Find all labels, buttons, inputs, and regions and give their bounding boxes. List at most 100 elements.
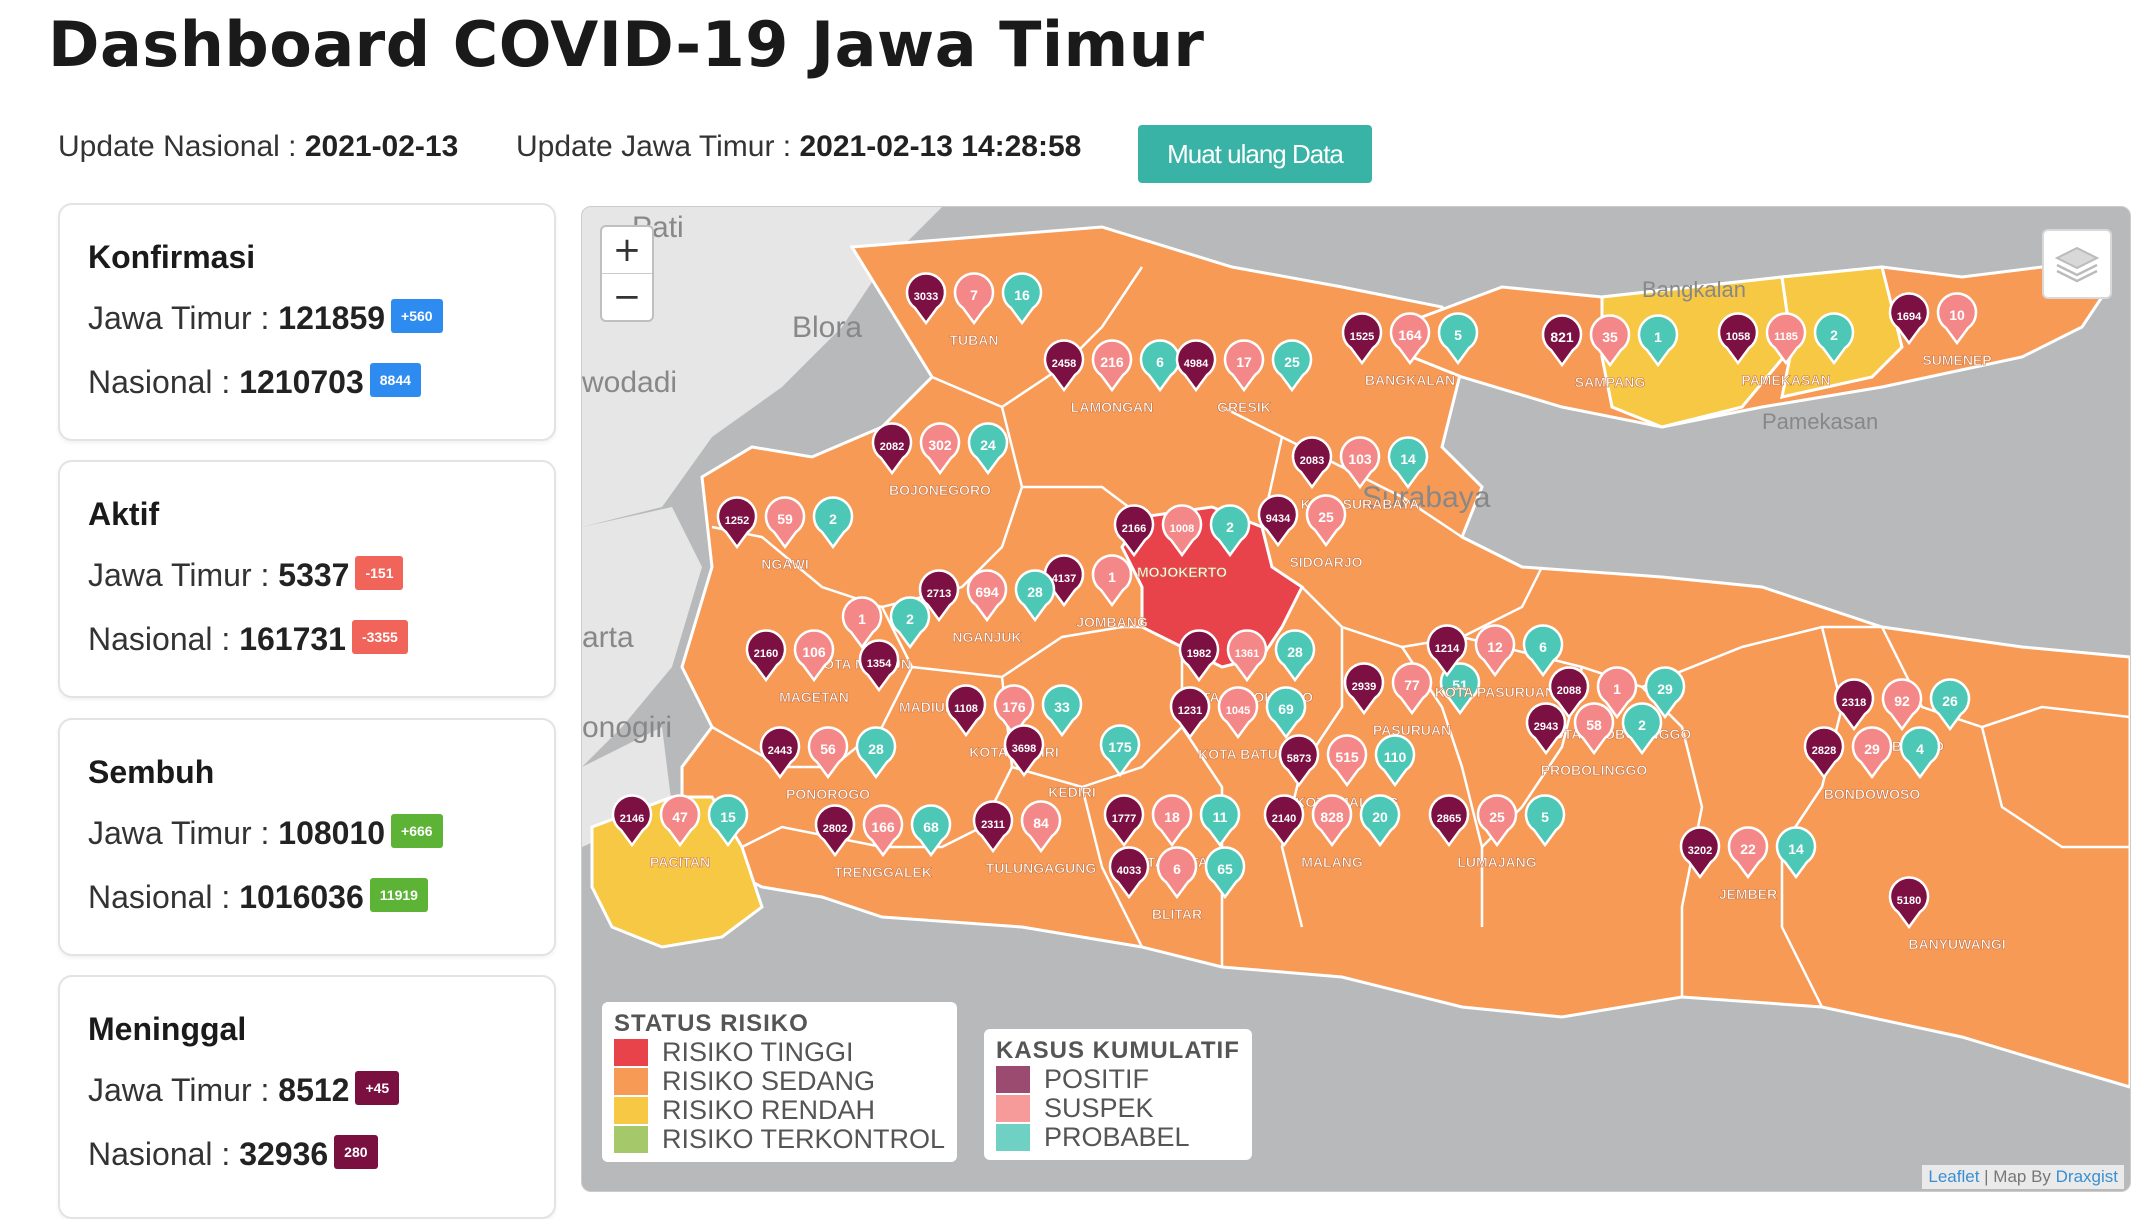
map-attribution: Leaflet | Map By Draxgist [1922, 1165, 2124, 1189]
delta-badge: 280 [334, 1135, 378, 1169]
marker-value: 5 [1454, 327, 1462, 343]
legend-item: RISIKO TERKONTROL [614, 1125, 945, 1154]
marker-value: 6 [1156, 354, 1164, 370]
row-label: Nasional : [88, 879, 231, 915]
delta-badge: 11919 [369, 878, 428, 912]
marker-value: 106 [802, 644, 826, 660]
card-nasional-row: Nasional : 32936 280 [88, 1135, 378, 1173]
region-label: TRENGGALEK [834, 864, 932, 880]
marker-value: 5180 [1897, 895, 1921, 907]
region-label: TUBAN [950, 332, 999, 348]
region-label: SUMENEP [1922, 352, 1991, 368]
delta-badge: -151 [355, 556, 404, 590]
marker-value: 176 [1002, 699, 1026, 715]
marker-value: 2140 [1272, 813, 1296, 825]
row-value: 32936 [239, 1136, 329, 1172]
legend-swatch [614, 1068, 648, 1095]
marker-value: 2943 [1534, 721, 1558, 733]
legend-title: STATUS RISIKO [614, 1010, 809, 1037]
marker-value: 58 [1586, 717, 1602, 733]
card-konfirmasi: Konfirmasi Jawa Timur : 121859 +560 Nasio… [58, 203, 556, 441]
base-label-blora: Blora [792, 311, 862, 344]
region-label: BOJONEGORO [889, 482, 991, 498]
zoom-in-button[interactable]: + [602, 227, 652, 274]
marker-value: 25 [1284, 354, 1300, 370]
region-label: BANGKALAN [1365, 372, 1455, 388]
marker-value: 4 [1916, 741, 1924, 757]
marker-value: 77 [1404, 677, 1420, 693]
marker-value: 1058 [1726, 331, 1750, 343]
page-title: Dashboard COVID-19 Jawa Timur [48, 8, 1205, 81]
marker-value: 24 [980, 437, 996, 453]
legend-item: PROBABEL [996, 1123, 1240, 1152]
legend-swatch [614, 1126, 648, 1153]
marker-value: 5873 [1287, 753, 1311, 765]
marker-value: 1361 [1235, 648, 1259, 660]
marker-value: 2088 [1557, 685, 1581, 697]
marker-value: 1525 [1350, 331, 1374, 343]
marker-value: 12 [1487, 639, 1503, 655]
card-jatim-row: Jawa Timur : 108010 +666 [88, 814, 443, 852]
update-jatim-label: Update Jawa Timur : [516, 130, 792, 163]
row-label: Nasional : [88, 364, 231, 400]
region-label: TULUNGAGUNG [986, 860, 1097, 876]
row-label: Nasional : [88, 621, 231, 657]
legend-swatch [614, 1039, 648, 1066]
marker-value: 26 [1942, 693, 1958, 709]
marker-value: 515 [1335, 749, 1359, 765]
marker-value: 1045 [1226, 705, 1250, 717]
region-label: PASURUAN [1373, 722, 1451, 738]
marker-value: 25 [1318, 509, 1334, 525]
marker-value: 3202 [1688, 845, 1712, 857]
author-link[interactable]: Draxgist [2056, 1167, 2118, 1186]
card-title: Konfirmasi [88, 239, 256, 275]
region-label: JOMBANG [1076, 614, 1148, 630]
base-label-wonogiri: onogiri [582, 711, 672, 744]
marker-value: 2083 [1300, 455, 1324, 467]
marker-value: 16 [1014, 287, 1030, 303]
region-label: PACITAN [650, 854, 710, 870]
marker-value: 1 [1654, 329, 1662, 345]
legend-item: SUSPEK [996, 1094, 1240, 1123]
marker-value: 59 [777, 511, 793, 527]
layers-button[interactable] [2042, 229, 2112, 299]
region-label: BONDOWOSO [1824, 786, 1921, 802]
marker-value: 1 [1613, 681, 1621, 697]
marker-value: 2311 [981, 819, 1005, 831]
marker-value: 2 [829, 511, 837, 527]
marker-value: 4137 [1052, 573, 1076, 585]
row-label: Jawa Timur : [88, 300, 270, 336]
marker-value: 1 [858, 611, 866, 627]
reload-data-button[interactable]: Muat ulang Data [1138, 125, 1372, 183]
marker-value: 2 [1226, 519, 1234, 535]
row-value: 1210703 [239, 364, 364, 400]
update-jatim: Update Jawa Timur : 2021-02-13 14:28:58 [516, 130, 1081, 164]
card-jatim-row: Jawa Timur : 121859 +560 [88, 299, 443, 337]
region-label: LAMONGAN [1071, 399, 1153, 415]
legend-item: RISIKO TINGGI [614, 1038, 945, 1067]
map-container[interactable]: Pati Blora wodadi arta onogiri Bangkalan… [581, 206, 2131, 1192]
marker-value: 110 [1384, 749, 1407, 765]
card-title: Aktif [88, 496, 160, 532]
marker-value: 2 [906, 611, 914, 627]
region-label: PONOROGO [786, 786, 870, 802]
marker-value: 216 [1100, 354, 1124, 370]
region-label: SAMPANG [1575, 374, 1646, 390]
marker-value: 2865 [1437, 813, 1461, 825]
zoom-out-button[interactable]: − [602, 274, 652, 320]
attribution-separator: | Map By [1979, 1167, 2056, 1186]
marker-value: 7 [970, 287, 978, 303]
marker-value: 69 [1278, 701, 1294, 717]
region-label: MAGETAN [779, 689, 849, 705]
region-label: PROBOLINGGO [1541, 762, 1648, 778]
marker-value: 22 [1740, 841, 1756, 857]
marker-value: 20 [1372, 809, 1388, 825]
row-value: 108010 [278, 815, 386, 851]
zoom-control: + − [600, 225, 654, 322]
marker-value: 175 [1108, 739, 1132, 755]
leaflet-link[interactable]: Leaflet [1928, 1167, 1979, 1186]
marker-value: 2146 [620, 813, 644, 825]
card-jatim-row: Jawa Timur : 8512 +45 [88, 1071, 400, 1109]
marker-value: 33 [1054, 699, 1070, 715]
marker-value: 1 [1108, 569, 1116, 585]
